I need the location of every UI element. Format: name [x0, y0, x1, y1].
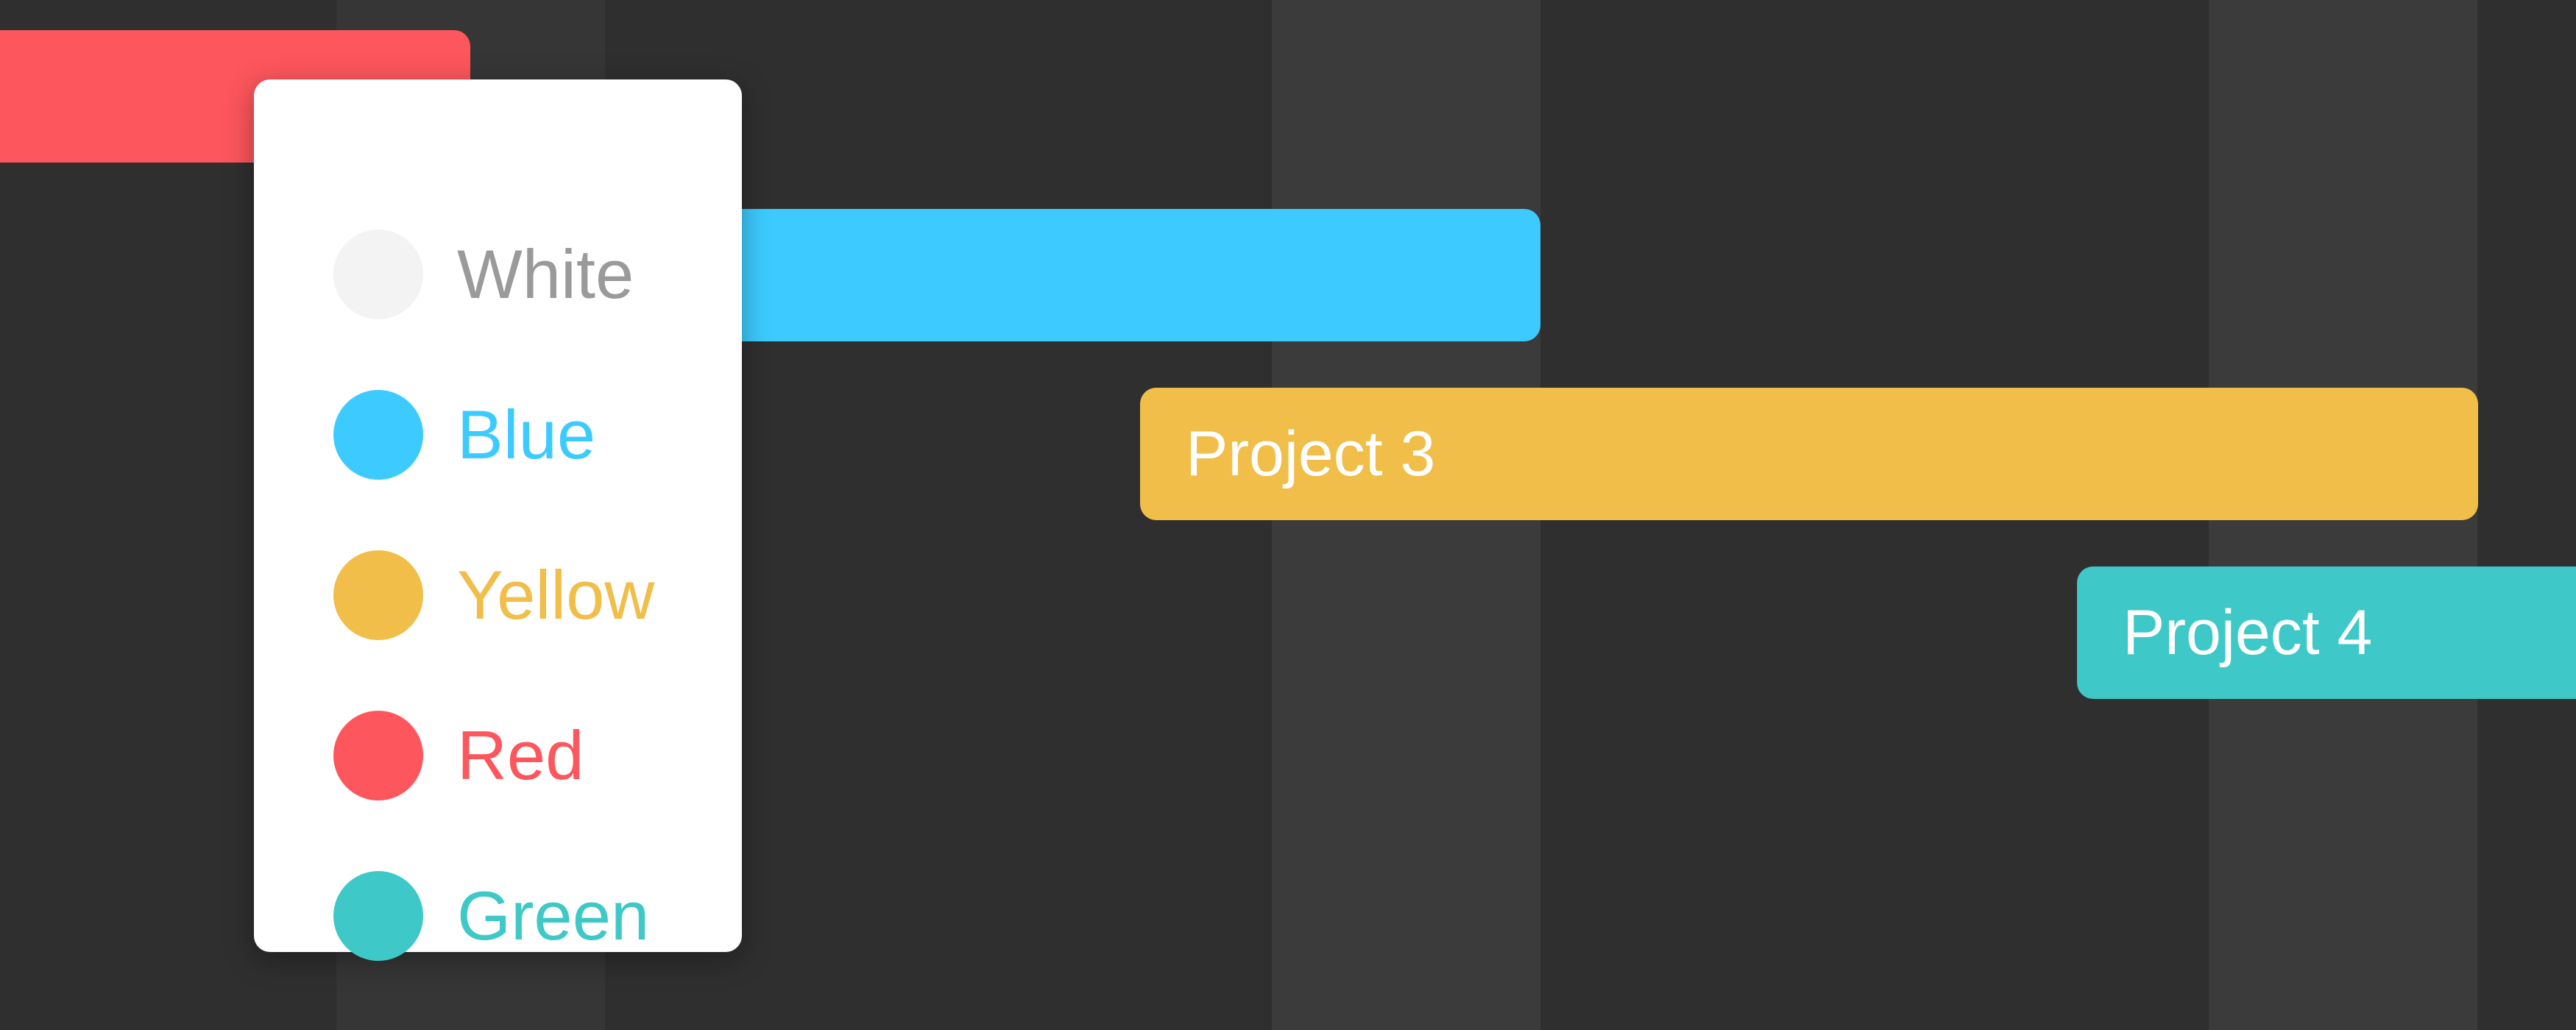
project-bar-label: Project 4 — [2123, 597, 2373, 668]
color-option-label: Red — [457, 717, 584, 794]
color-swatch-icon — [333, 390, 423, 480]
color-option-white[interactable]: White — [333, 230, 634, 319]
color-swatch-icon — [333, 711, 423, 800]
color-option-blue[interactable]: Blue — [333, 390, 595, 480]
color-swatch-icon — [333, 550, 423, 640]
color-swatch-icon — [333, 230, 423, 319]
color-option-label: Blue — [457, 396, 596, 473]
color-option-label: Green — [457, 877, 650, 954]
project-bar-3[interactable]: Project 3 — [1140, 388, 2478, 520]
project-bar-4[interactable]: Project 4 — [2077, 566, 2576, 699]
timeline-canvas: Project 3 Project 4 White Blue Yellow Re… — [0, 0, 2576, 1030]
color-picker-menu: White Blue Yellow Red Green — [254, 79, 742, 961]
color-option-yellow[interactable]: Yellow — [333, 550, 654, 640]
color-swatch-icon — [333, 871, 423, 961]
project-bar-2[interactable] — [707, 209, 1540, 341]
color-option-label: Yellow — [457, 556, 655, 633]
color-option-red[interactable]: Red — [333, 711, 584, 800]
project-bar-label: Project 3 — [1186, 418, 1436, 489]
color-option-label: White — [457, 235, 634, 313]
color-option-green[interactable]: Green — [333, 871, 649, 961]
